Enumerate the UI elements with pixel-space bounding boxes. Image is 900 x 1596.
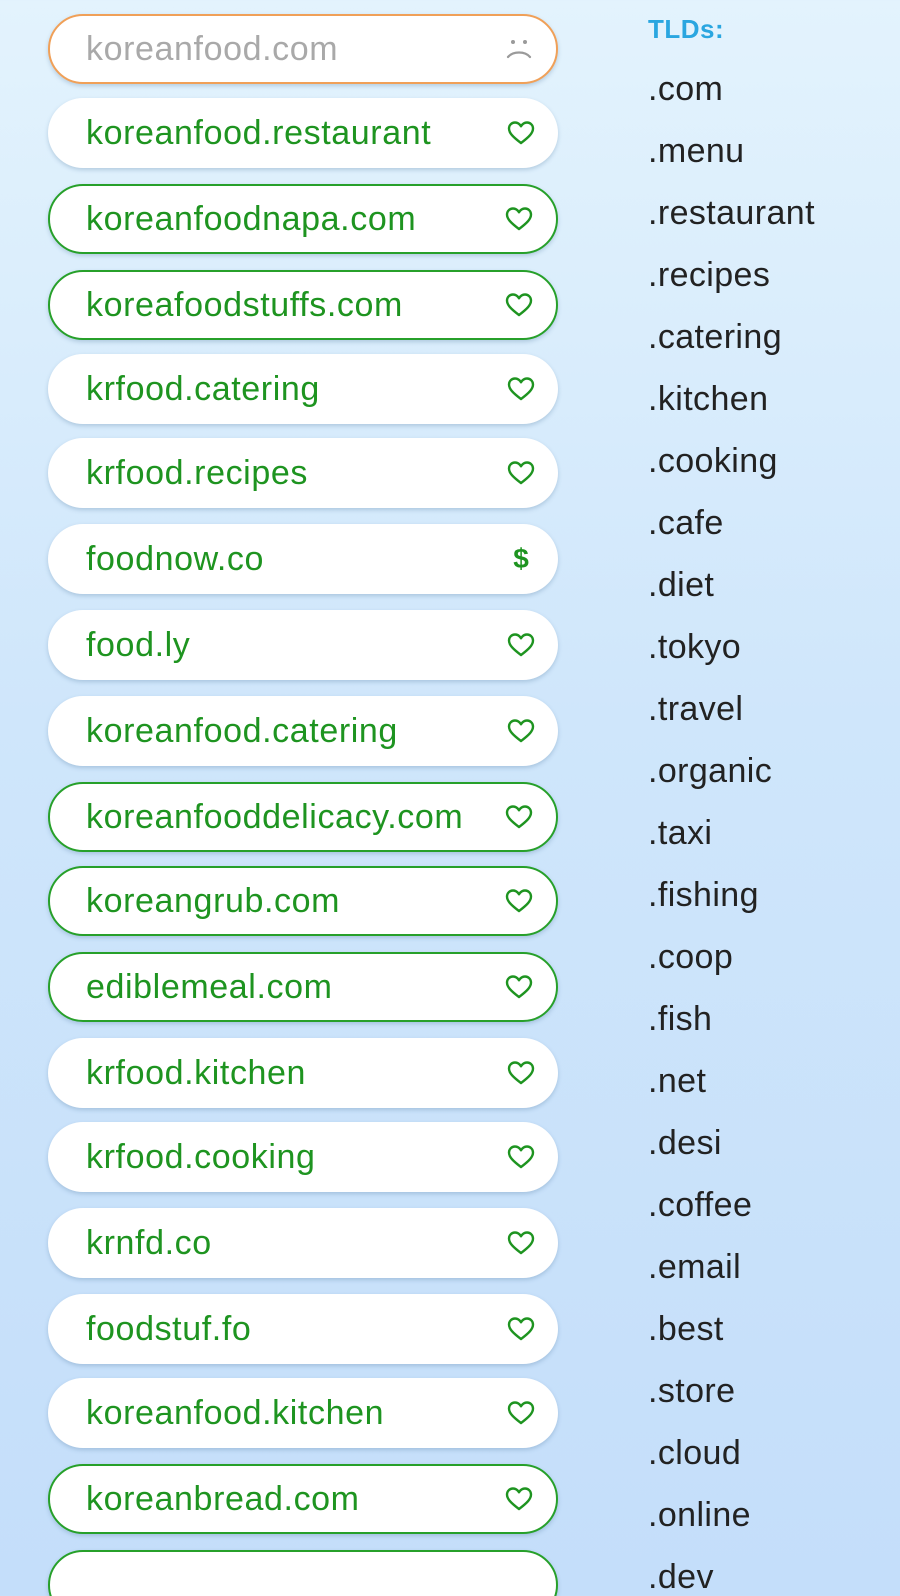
domain-suggestion[interactable]: koreanbread.com <box>48 1464 558 1534</box>
domain-suggestion[interactable]: ediblemeal.com <box>48 952 558 1022</box>
domain-suggestion[interactable]: koreafoodstuffs.com <box>48 270 558 340</box>
domain-suggestion[interactable]: koreanfood.kitchen <box>48 1378 558 1448</box>
tld-option[interactable]: .best <box>648 1310 724 1349</box>
tld-option[interactable]: .fishing <box>648 876 759 915</box>
tld-option[interactable]: .travel <box>648 690 743 729</box>
domain-suggestion[interactable]: koreanfood.restaurant <box>48 98 558 168</box>
domain-suggestion[interactable]: koreanfood.catering <box>48 696 558 766</box>
domain-suggestion[interactable] <box>48 1550 558 1596</box>
heart-icon[interactable] <box>502 800 536 834</box>
tld-option[interactable]: .store <box>648 1372 735 1411</box>
domain-name: koreangrub.com <box>86 881 341 920</box>
tld-option[interactable]: .kitchen <box>648 380 768 419</box>
heart-icon[interactable] <box>502 970 536 1004</box>
heart-icon[interactable] <box>502 884 536 918</box>
tld-option[interactable]: .diet <box>648 566 714 605</box>
heart-icon[interactable] <box>502 1482 536 1516</box>
domain-name: krfood.kitchen <box>86 1053 307 1092</box>
domain-name: krfood.cooking <box>86 1137 316 1176</box>
tld-option[interactable]: .menu <box>648 132 745 171</box>
heart-icon[interactable] <box>504 1226 538 1260</box>
heart-icon[interactable] <box>504 628 538 662</box>
domain-name: foodstuf.fo <box>86 1309 252 1348</box>
domain-name: koreafoodstuffs.com <box>86 285 403 324</box>
domain-suggestion[interactable]: food.ly <box>48 610 558 680</box>
domain-suggestion[interactable]: foodnow.co $ <box>48 524 558 594</box>
domain-name: koreanfood.catering <box>86 711 398 750</box>
domain-suggestion[interactable]: foodstuf.fo <box>48 1294 558 1364</box>
domain-name: koreanbread.com <box>86 1479 360 1518</box>
tld-option[interactable]: .fish <box>648 1000 712 1039</box>
heart-icon[interactable] <box>504 116 538 150</box>
domain-name: koreanfood.kitchen <box>86 1393 385 1432</box>
domain-name: koreanfood.com <box>86 29 339 68</box>
tld-option[interactable]: .com <box>648 70 723 109</box>
domain-name: krnfd.co <box>86 1223 212 1262</box>
domain-suggestion[interactable]: koreanfooddelicacy.com <box>48 782 558 852</box>
domain-name: krfood.recipes <box>86 453 308 492</box>
domain-suggestion[interactable]: koreangrub.com <box>48 866 558 936</box>
tld-option[interactable]: .coffee <box>648 1186 752 1225</box>
heart-icon[interactable] <box>504 1312 538 1346</box>
tld-option[interactable]: .catering <box>648 318 782 357</box>
tld-option[interactable]: .net <box>648 1062 706 1101</box>
dollar-icon[interactable]: $ <box>504 542 538 576</box>
heart-icon[interactable] <box>504 456 538 490</box>
tld-option[interactable]: .desi <box>648 1124 722 1163</box>
domain-name: koreanfooddelicacy.com <box>86 797 464 836</box>
heart-icon[interactable] <box>504 1056 538 1090</box>
domain-suggestion[interactable]: krfood.recipes <box>48 438 558 508</box>
tld-option[interactable]: .recipes <box>648 256 770 295</box>
tld-option[interactable]: .tokyo <box>648 628 741 667</box>
tld-option[interactable]: .taxi <box>648 814 712 853</box>
tld-option[interactable]: .online <box>648 1496 751 1535</box>
tld-option[interactable]: .dev <box>648 1558 714 1596</box>
tld-option[interactable]: .cooking <box>648 442 778 481</box>
tld-option[interactable]: .coop <box>648 938 733 977</box>
domain-name: foodnow.co <box>86 539 265 578</box>
domain-suggestion[interactable]: koreanfood.com <box>48 14 558 84</box>
domain-name: ediblemeal.com <box>86 967 333 1006</box>
tld-option[interactable]: .cloud <box>648 1434 741 1473</box>
tld-heading: TLDs: <box>648 14 725 44</box>
domain-suggestion[interactable]: krfood.cooking <box>48 1122 558 1192</box>
domain-name: koreanfood.restaurant <box>86 113 432 152</box>
domain-suggestion[interactable]: krnfd.co <box>48 1208 558 1278</box>
domain-name: koreanfoodnapa.com <box>86 199 417 238</box>
domain-suggestion[interactable]: koreanfoodnapa.com <box>48 184 558 254</box>
domain-suggestion[interactable]: krfood.kitchen <box>48 1038 558 1108</box>
heart-icon[interactable] <box>504 1396 538 1430</box>
heart-icon[interactable] <box>504 714 538 748</box>
domain-suggestion[interactable]: krfood.catering <box>48 354 558 424</box>
tld-option[interactable]: .restaurant <box>648 194 815 233</box>
heart-icon[interactable] <box>504 1140 538 1174</box>
tld-option[interactable]: .email <box>648 1248 741 1287</box>
sad-face-icon[interactable] <box>502 32 536 66</box>
domain-name: food.ly <box>86 625 191 664</box>
heart-icon[interactable] <box>502 202 536 236</box>
domain-name: krfood.catering <box>86 369 320 408</box>
tld-option[interactable]: .cafe <box>648 504 724 543</box>
tld-option[interactable]: .organic <box>648 752 772 791</box>
heart-icon[interactable] <box>504 372 538 406</box>
heart-icon[interactable] <box>502 288 536 322</box>
